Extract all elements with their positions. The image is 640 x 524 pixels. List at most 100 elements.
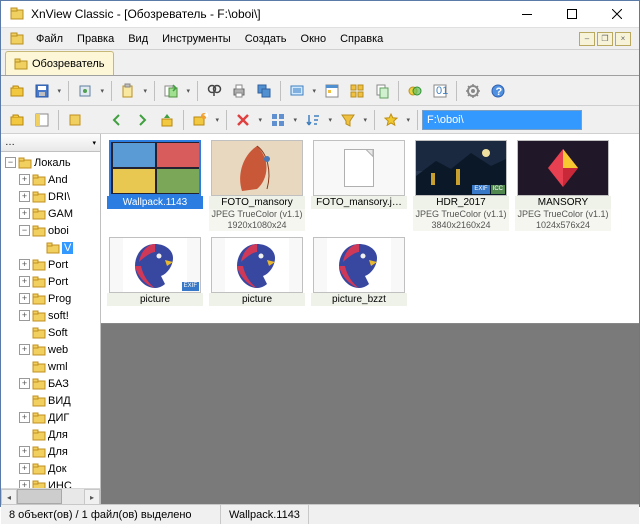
tree-node[interactable]: V xyxy=(1,239,100,256)
menu-вид[interactable]: Вид xyxy=(121,31,155,47)
expand-icon[interactable]: + xyxy=(19,276,30,287)
folder-tree[interactable]: −Локаль+And+DRI\+GAM−oboiV+Port+Port+Pro… xyxy=(1,152,100,504)
expand-icon[interactable]: + xyxy=(19,412,30,423)
tree-label: Soft xyxy=(48,327,68,339)
tree-node[interactable]: +Port xyxy=(1,273,100,290)
expand-icon[interactable]: + xyxy=(19,310,30,321)
tree-node[interactable]: wml xyxy=(1,358,100,375)
close-button[interactable] xyxy=(594,1,639,28)
folder-icon xyxy=(32,395,46,407)
menu-окно[interactable]: Окно xyxy=(294,31,334,47)
tree-node[interactable]: +ДИГ xyxy=(1,409,100,426)
tree-hscrollbar[interactable]: ◂ ▸ xyxy=(1,488,100,504)
expand-icon[interactable]: + xyxy=(19,208,30,219)
favorites-button[interactable] xyxy=(379,108,413,132)
save-button[interactable] xyxy=(30,79,64,103)
new-folder-button[interactable]: ✦ xyxy=(188,108,222,132)
tree-node[interactable]: +БАЗ xyxy=(1,375,100,392)
thumbnail[interactable]: picture xyxy=(209,237,305,306)
scroll-left-button[interactable]: ◂ xyxy=(1,489,17,504)
search-button[interactable] xyxy=(202,79,226,103)
view-mode-button[interactable] xyxy=(266,108,300,132)
thumb-image: EXIFICC xyxy=(415,140,507,196)
tree-node[interactable]: − oboi xyxy=(1,222,100,239)
print-button[interactable] xyxy=(227,79,251,103)
expand-icon[interactable]: − xyxy=(19,225,30,236)
thumbnail-grid[interactable]: Wallpack.1143FOTO_mansoryJPEG TrueColor … xyxy=(101,134,639,324)
expand-icon[interactable]: + xyxy=(19,293,30,304)
minimize-button[interactable] xyxy=(504,1,549,28)
show-tree-button[interactable] xyxy=(5,108,29,132)
show-preview-button[interactable] xyxy=(30,108,54,132)
slideshow-button[interactable] xyxy=(285,79,319,103)
stop-button[interactable] xyxy=(63,108,87,132)
address-input[interactable] xyxy=(423,111,581,129)
tree-node[interactable]: Soft xyxy=(1,324,100,341)
badge-icc: ICC xyxy=(491,185,505,194)
expand-icon[interactable]: + xyxy=(19,174,30,185)
open-button[interactable] xyxy=(5,79,29,103)
tab-browser[interactable]: Обозреватель xyxy=(5,51,114,75)
thumbnail[interactable]: FOTO_mansoryJPEG TrueColor (v1.1)1920x10… xyxy=(209,140,305,231)
convert-button[interactable] xyxy=(159,79,193,103)
expand-icon[interactable]: + xyxy=(19,446,30,457)
expand-icon[interactable]: + xyxy=(19,344,30,355)
tree-node[interactable]: +soft! xyxy=(1,307,100,324)
tree-node[interactable]: ВИД xyxy=(1,392,100,409)
thumbnail[interactable]: MANSORYJPEG TrueColor (v1.1)1024x576x24 xyxy=(515,140,611,231)
tree-node[interactable]: +DRI\ xyxy=(1,188,100,205)
nav-back-button[interactable] xyxy=(105,108,129,132)
tree-node[interactable]: +And xyxy=(1,171,100,188)
scroll-thumb[interactable] xyxy=(17,489,62,504)
expand-icon[interactable]: − xyxy=(5,157,16,168)
clipboard-button[interactable] xyxy=(116,79,150,103)
delete-button[interactable] xyxy=(231,108,265,132)
mdi-close-button[interactable]: × xyxy=(615,32,631,46)
menu-файл[interactable]: Файл xyxy=(29,31,70,47)
maximize-button[interactable] xyxy=(549,1,594,28)
mdi-minimize-button[interactable]: – xyxy=(579,32,595,46)
webpage-button[interactable] xyxy=(320,79,344,103)
tree-label: Локаль xyxy=(34,157,71,169)
settings-button[interactable] xyxy=(461,79,485,103)
expand-icon[interactable]: + xyxy=(19,191,30,202)
thumbnail[interactable]: FOTO_mansory.j… xyxy=(311,140,407,231)
expand-icon[interactable]: + xyxy=(19,463,30,474)
tree-node[interactable]: +Для xyxy=(1,443,100,460)
tree-node[interactable]: +Док xyxy=(1,460,100,477)
acquire-button[interactable] xyxy=(73,79,107,103)
address-bar[interactable] xyxy=(422,110,582,130)
expand-icon[interactable]: + xyxy=(19,259,30,270)
expand-icon[interactable]: + xyxy=(19,378,30,389)
tree-node[interactable]: +Port xyxy=(1,256,100,273)
thumbnail[interactable]: Wallpack.1143 xyxy=(107,140,203,231)
cascade-button[interactable] xyxy=(252,79,276,103)
hex-button[interactable]: 01 xyxy=(428,79,452,103)
menu-правка[interactable]: Правка xyxy=(70,31,121,47)
tree-node[interactable]: − Локаль xyxy=(1,154,100,171)
nav-forward-button[interactable] xyxy=(130,108,154,132)
menu-создать[interactable]: Создать xyxy=(238,31,294,47)
tree-header[interactable]: … xyxy=(1,134,100,152)
contact-sheet-button[interactable] xyxy=(345,79,369,103)
help-button[interactable]: ? xyxy=(486,79,510,103)
compare-button[interactable] xyxy=(403,79,427,103)
thumbnail[interactable]: EXIFICCHDR_2017JPEG TrueColor (v1.1)3840… xyxy=(413,140,509,231)
scroll-right-button[interactable]: ▸ xyxy=(84,489,100,504)
filter-button[interactable] xyxy=(336,108,370,132)
tree-node[interactable]: +Prog xyxy=(1,290,100,307)
tree-node[interactable]: +GAM xyxy=(1,205,100,222)
tree-node[interactable]: Для xyxy=(1,426,100,443)
thumbnail[interactable]: picture_bzzt xyxy=(311,237,407,306)
multipage-button[interactable] xyxy=(370,79,394,103)
tree-label: ВИД xyxy=(48,395,71,407)
menu-справка[interactable]: Справка xyxy=(333,31,390,47)
thumbnail[interactable]: EXIFpicture xyxy=(107,237,203,306)
mdi-restore-button[interactable]: ❐ xyxy=(597,32,613,46)
nav-up-button[interactable] xyxy=(155,108,179,132)
tree-label: oboi xyxy=(48,225,69,237)
tree-node[interactable]: +web xyxy=(1,341,100,358)
sort-button[interactable] xyxy=(301,108,335,132)
menu-инструменты[interactable]: Инструменты xyxy=(155,31,238,47)
scroll-track[interactable] xyxy=(17,489,84,504)
